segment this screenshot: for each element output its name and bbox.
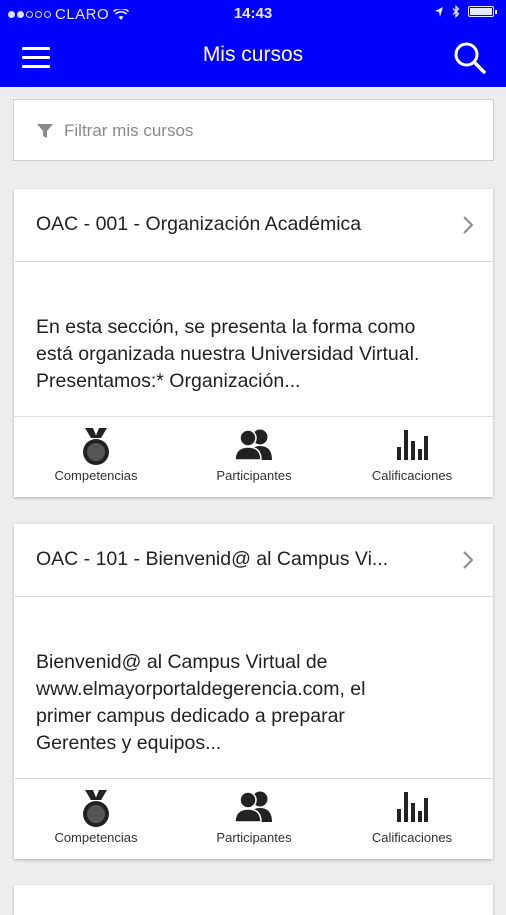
calificaciones-button[interactable]: Calificaciones (332, 417, 492, 497)
medal-icon (83, 428, 109, 465)
filter-icon (37, 124, 53, 138)
competencias-label: Competencias (54, 830, 138, 845)
description-line: primer campus dedicado a preparar (36, 705, 345, 727)
participants-icon (234, 791, 272, 823)
calificaciones-label: Calificaciones (371, 468, 453, 483)
participantes-label: Participantes (216, 468, 292, 483)
course-card: OAC - 101 - Bienvenid@ al Campus Vi... B… (14, 524, 493, 859)
course-description: Bienvenid@ al Campus Virtual de www.elma… (14, 597, 493, 779)
participantes-button[interactable]: Participantes (174, 417, 334, 497)
description-line: www.elmayorportaldegerencia.com, el (36, 678, 366, 700)
competencias-button[interactable]: Competencias (16, 779, 176, 859)
course-title-row[interactable]: OAC - 001 - Organización Académica (14, 189, 493, 262)
bluetooth-icon (452, 5, 460, 18)
competencias-button[interactable]: Competencias (16, 417, 176, 497)
participants-icon (234, 429, 272, 461)
course-title-row[interactable]: OAC - 101 - Bienvenid@ al Campus Vi... (14, 524, 493, 597)
course-card-partial[interactable] (14, 885, 493, 915)
course-title: OAC - 001 - Organización Académica (36, 213, 362, 235)
course-actions: Competencias Participantes Calificacione… (14, 779, 493, 859)
app-header: CLARO 14:43 Mis cursos (0, 0, 506, 87)
description-line: Gerentes y equipos... (36, 732, 222, 754)
status-time: 14:43 (233, 5, 273, 22)
description-line: está organizada nuestra Universidad Virt… (36, 343, 420, 365)
page-title: Mis cursos (202, 43, 304, 66)
bar-chart-icon (397, 792, 428, 822)
chevron-right-icon (463, 216, 474, 234)
location-icon (435, 6, 443, 17)
status-bar: CLARO 14:43 (0, 0, 506, 28)
course-title: OAC - 101 - Bienvenid@ al Campus Vi... (36, 548, 389, 570)
medal-icon (83, 790, 109, 827)
filter-box (13, 99, 494, 161)
course-card: OAC - 001 - Organización Académica En es… (14, 189, 493, 497)
bar-chart-icon (397, 430, 428, 460)
calificaciones-button[interactable]: Calificaciones (332, 779, 492, 859)
participantes-label: Participantes (216, 830, 292, 845)
chevron-right-icon (463, 551, 474, 569)
description-line: Bienvenid@ al Campus Virtual de (36, 651, 328, 673)
competencias-label: Competencias (54, 468, 138, 483)
battery-icon (468, 6, 497, 17)
participantes-button[interactable]: Participantes (174, 779, 334, 859)
course-actions: Competencias Participantes Calificacione… (14, 417, 493, 497)
description-line: Presentamos:* Organización... (36, 370, 301, 392)
description-line: En esta sección, se presenta la forma co… (36, 316, 416, 338)
filter-input[interactable] (62, 108, 486, 154)
course-description: En esta sección, se presenta la forma co… (14, 262, 493, 417)
search-icon[interactable] (452, 40, 488, 76)
calificaciones-label: Calificaciones (371, 830, 453, 845)
